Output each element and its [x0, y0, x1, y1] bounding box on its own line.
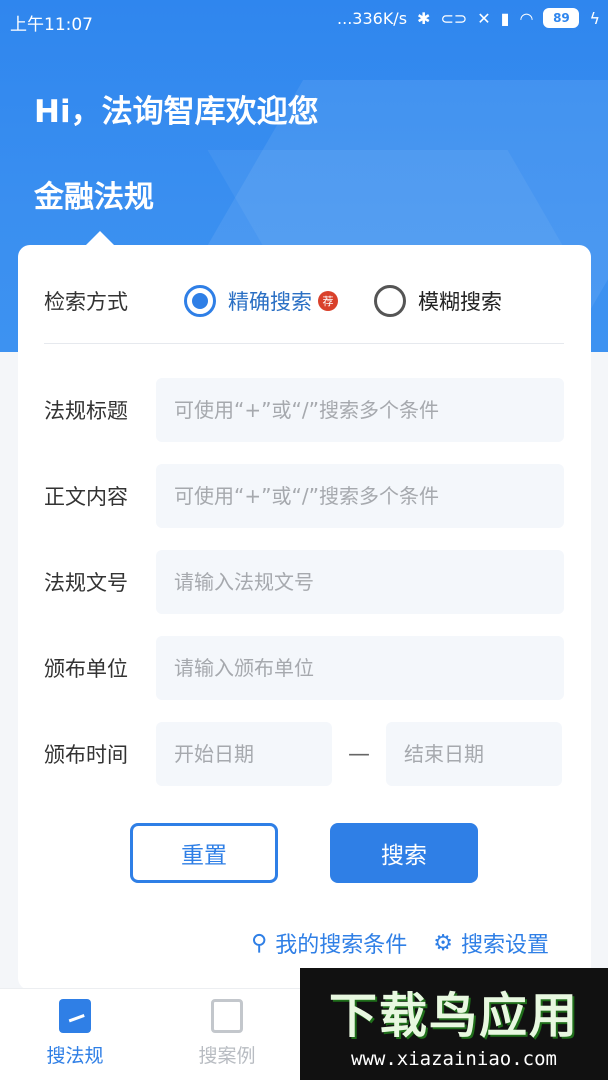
section-pointer — [86, 231, 114, 245]
divider — [44, 343, 564, 344]
watermark-url: www.xiazainiao.com — [351, 1048, 557, 1070]
greeting-title: Hi，法询智库欢迎您 — [34, 94, 319, 130]
mute-icon: ✕ — [477, 8, 491, 28]
bookmark-icon — [211, 999, 243, 1033]
tab-search-cases[interactable]: 搜案例 — [172, 999, 282, 1068]
field-label: 法规文号 — [44, 571, 128, 595]
section-title[interactable]: 金融法规 — [34, 172, 154, 216]
tab-label: 搜法规 — [46, 1045, 104, 1067]
field-row-date: 颁布时间 — — [44, 722, 564, 786]
search-button[interactable]: 搜索 — [330, 823, 478, 883]
watermark-title: 下载鸟应用 — [328, 988, 579, 1044]
status-time: 上午11:07 — [10, 15, 93, 35]
search-settings-label: 搜索设置 — [460, 933, 549, 958]
title-input[interactable] — [156, 378, 564, 442]
toggle-icon: ⊂⊃ — [440, 8, 468, 28]
field-label: 正文内容 — [44, 485, 128, 509]
radio-checked-icon — [184, 285, 216, 317]
wifi-icon: ◠ — [519, 8, 534, 28]
link-row: ⚲ 我的搜索条件 ⚙ 搜索设置 — [251, 927, 549, 959]
search-settings-link[interactable]: ⚙ 搜索设置 — [433, 927, 549, 959]
field-row-title: 法规标题 — [44, 378, 564, 442]
gavel-icon — [59, 999, 91, 1033]
content-input[interactable] — [156, 464, 564, 528]
watermark: 下载鸟应用 www.xiazainiao.com — [300, 968, 608, 1080]
my-search-conditions-label: 我的搜索条件 — [275, 933, 408, 958]
charging-icon: ϟ — [589, 8, 600, 28]
recommend-badge: 荐 — [318, 291, 338, 311]
start-date-input[interactable] — [156, 722, 332, 786]
field-label: 颁布单位 — [44, 657, 128, 681]
radio-exact-label: 精确搜索 — [228, 290, 312, 314]
end-date-input[interactable] — [386, 722, 562, 786]
signal-icon: ▮ — [500, 8, 510, 28]
search-mode-label: 检索方式 — [44, 290, 128, 314]
tab-label: 搜案例 — [198, 1045, 256, 1067]
gear-icon: ⚙ — [433, 930, 453, 956]
status-icons: ...336K/s ✱ ⊂⊃ ✕ ▮ ◠ 89 ϟ — [337, 8, 600, 28]
issuer-input[interactable] — [156, 636, 564, 700]
search-icon: ⚲ — [251, 930, 268, 956]
radio-fuzzy-search[interactable]: 模糊搜索 — [374, 285, 502, 317]
bluetooth-icon: ✱ — [417, 8, 431, 28]
field-label: 法规标题 — [44, 399, 128, 423]
date-separator: — — [348, 741, 370, 767]
radio-unchecked-icon — [374, 285, 406, 317]
radio-fuzzy-label: 模糊搜索 — [418, 290, 502, 314]
field-row-content: 正文内容 — [44, 464, 564, 528]
radio-exact-search[interactable]: 精确搜索 荐 — [184, 285, 338, 317]
field-row-issuer: 颁布单位 — [44, 636, 564, 700]
search-mode-row: 检索方式 精确搜索 荐 模糊搜索 — [44, 281, 564, 321]
my-search-conditions-link[interactable]: ⚲ 我的搜索条件 — [251, 927, 407, 959]
field-label: 颁布时间 — [44, 743, 128, 767]
network-speed: ...336K/s — [337, 8, 408, 28]
tab-search-laws[interactable]: 搜法规 — [20, 999, 130, 1068]
field-row-doc-number: 法规文号 — [44, 550, 564, 614]
doc-number-input[interactable] — [156, 550, 564, 614]
battery-icon: 89 — [543, 8, 580, 28]
search-form-card: 检索方式 精确搜索 荐 模糊搜索 法规标题 正文内容 法规文号 颁布单位 颁布时… — [18, 245, 591, 990]
status-bar: 上午11:07 ...336K/s ✱ ⊂⊃ ✕ ▮ ◠ 89 ϟ — [0, 0, 608, 40]
reset-button[interactable]: 重置 — [130, 823, 278, 883]
